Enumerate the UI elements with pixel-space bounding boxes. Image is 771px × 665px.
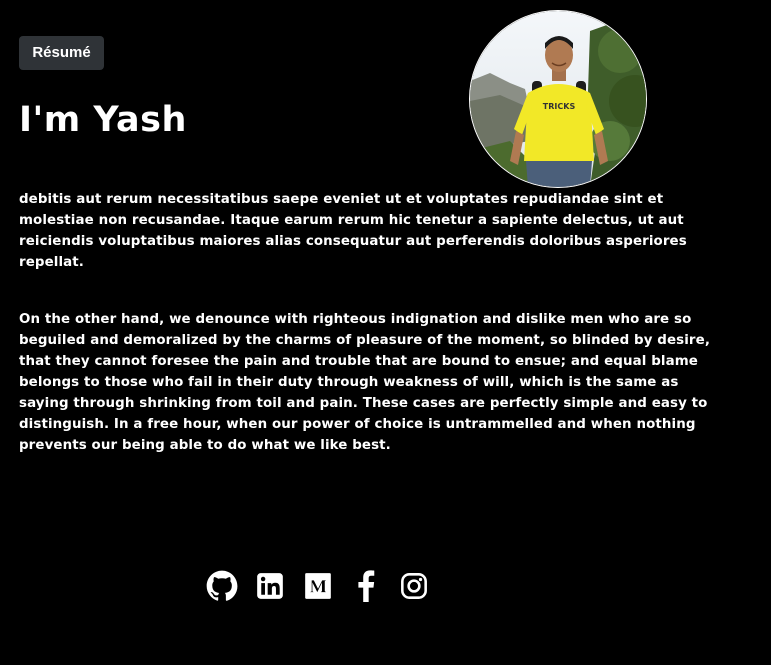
- facebook-link[interactable]: [349, 569, 383, 603]
- github-icon: [206, 570, 238, 601]
- bio-paragraph: debitis aut rerum necessitatibus saepe e…: [19, 192, 687, 270]
- svg-text:TRICKS: TRICKS: [543, 102, 576, 111]
- resume-button[interactable]: Résumé: [19, 36, 104, 70]
- github-link[interactable]: [205, 569, 239, 603]
- page-title: I'm Yash: [19, 100, 187, 140]
- profile-photo: TRICKS: [470, 11, 646, 187]
- social-links: [205, 568, 445, 604]
- linkedin-link[interactable]: [253, 569, 287, 603]
- instagram-link[interactable]: [397, 569, 431, 603]
- bio-paragraph: On the other hand, we denounce with righ…: [19, 312, 711, 453]
- avatar: TRICKS: [469, 10, 647, 188]
- medium-icon: [305, 573, 331, 599]
- medium-link[interactable]: [301, 569, 335, 603]
- instagram-icon: [401, 573, 427, 599]
- facebook-icon: [358, 570, 375, 602]
- linkedin-icon: [257, 573, 283, 599]
